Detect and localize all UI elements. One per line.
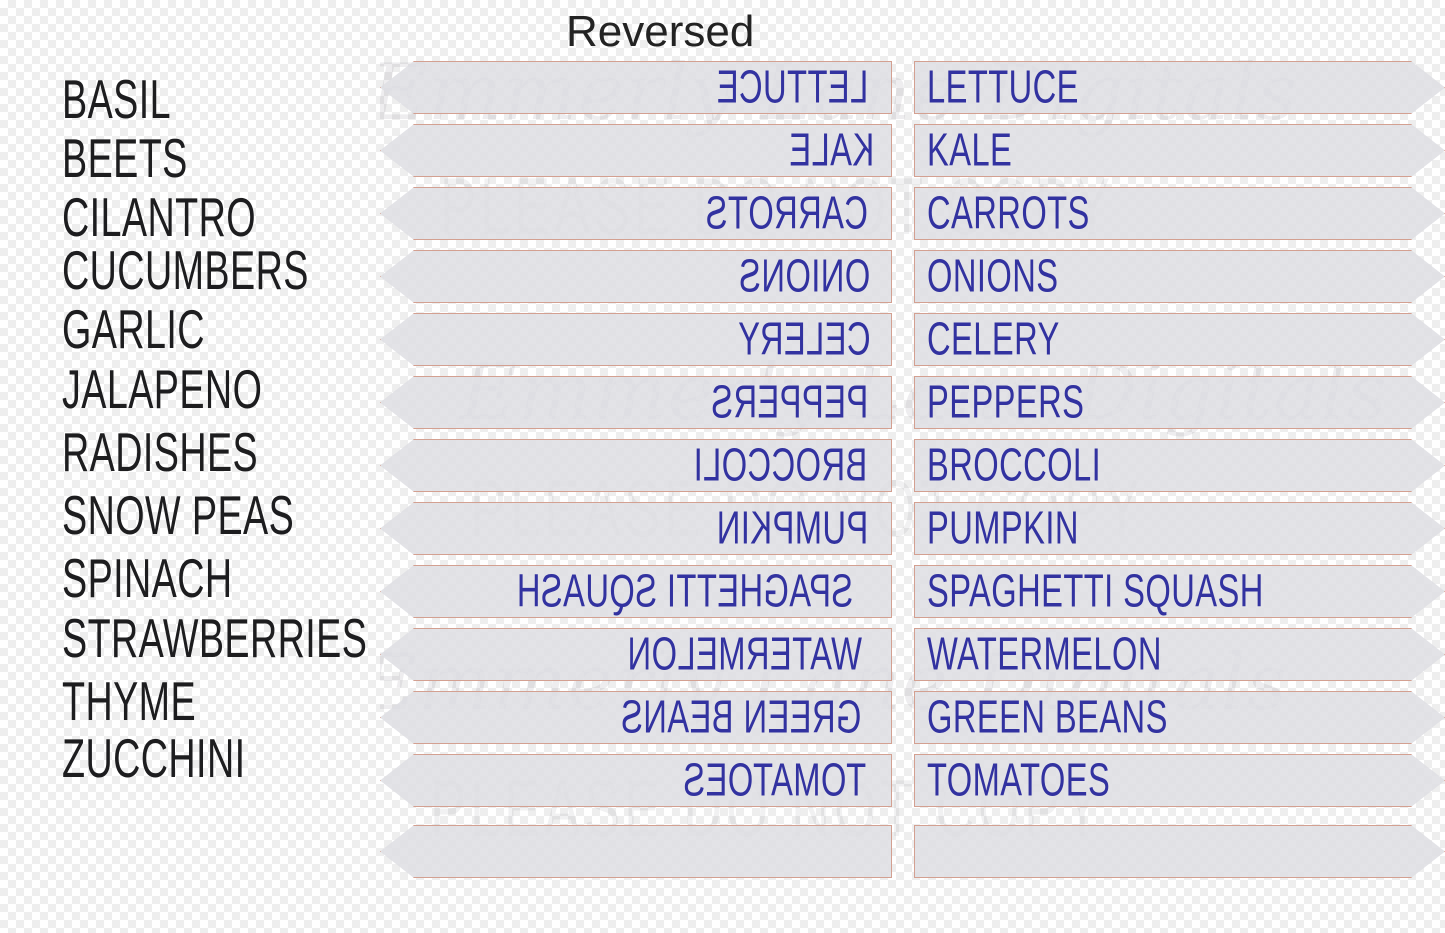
- normal-stake[interactable]: SPAGHETTI SQUASH: [914, 565, 1445, 618]
- reversed-stake-label: TOMATOES: [682, 754, 867, 807]
- reversed-stake[interactable]: SPAGHETTI SQUASH: [380, 565, 892, 618]
- reversed-stake[interactable]: WATERMELON: [380, 628, 892, 681]
- stake-row: GREEN BEANS GREEN BEANS: [380, 685, 1445, 748]
- reversed-stake[interactable]: PEPPERS: [380, 376, 892, 429]
- stake-row: LETTUCE LETTUCE: [380, 55, 1445, 118]
- list-item: CILANTRO: [62, 186, 257, 248]
- reversed-stake-label: WATERMELON: [626, 628, 862, 681]
- reversed-stake[interactable]: KALE: [380, 124, 892, 177]
- list-item: JALAPENO: [62, 358, 263, 420]
- reversed-stake[interactable]: CELERY: [380, 313, 892, 366]
- reversed-stake[interactable]: BROCCOLI: [380, 439, 892, 492]
- normal-stake-label: CELERY: [927, 313, 1060, 366]
- page-title: Reversed: [566, 7, 755, 56]
- list-item: THYME: [62, 670, 197, 732]
- reversed-stake[interactable]: CARROTS: [380, 187, 892, 240]
- reversed-stake-label: LETTUCE: [716, 61, 869, 114]
- reversed-stake-label: GREEN BEANS: [620, 691, 862, 744]
- normal-stake-label: KALE: [927, 124, 1013, 177]
- list-item: CUCUMBERS: [62, 239, 309, 301]
- reversed-stake-label: CARROTS: [704, 187, 868, 240]
- reversed-stake[interactable]: GREEN BEANS: [380, 691, 892, 744]
- stake-row: [380, 811, 1445, 881]
- normal-stake-label: ONIONS: [927, 250, 1059, 303]
- normal-stake[interactable]: PUMPKIN: [914, 502, 1445, 555]
- list-item: ZUCCHINI: [62, 727, 246, 789]
- stake-row: BROCCOLI BROCCOLI: [380, 433, 1445, 496]
- list-item: SPINACH: [62, 547, 233, 609]
- normal-stake[interactable]: BROCCOLI: [914, 439, 1445, 492]
- normal-stake-label: WATERMELON: [927, 628, 1162, 681]
- list-item: GARLIC: [62, 298, 205, 360]
- reversed-stake-label: CELERY: [737, 313, 871, 366]
- stake-row: CELERY CELERY: [380, 307, 1445, 370]
- normal-stake[interactable]: WATERMELON: [914, 628, 1445, 681]
- reversed-stake-label: BROCCOLI: [692, 439, 867, 492]
- stake-row: KALE KALE: [380, 118, 1445, 181]
- stake-row: PUMPKIN PUMPKIN: [380, 496, 1445, 559]
- reversed-stake-blank[interactable]: [380, 825, 892, 878]
- normal-stake-label: LETTUCE: [927, 61, 1079, 114]
- reversed-stake-label: PEPPERS: [710, 376, 869, 429]
- normal-stake[interactable]: CELERY: [914, 313, 1445, 366]
- normal-stake[interactable]: CARROTS: [914, 187, 1445, 240]
- normal-stake-label: GREEN BEANS: [927, 691, 1168, 744]
- normal-stake[interactable]: LETTUCE: [914, 61, 1445, 114]
- normal-stake-label: PUMPKIN: [927, 502, 1079, 555]
- normal-stake[interactable]: GREEN BEANS: [914, 691, 1445, 744]
- reversed-stake-label: PUMPKIN: [716, 502, 869, 555]
- reversed-stake-label: SPAGHETTI SQUASH: [516, 565, 854, 618]
- normal-stake-label: PEPPERS: [927, 376, 1085, 429]
- normal-stake[interactable]: ONIONS: [914, 250, 1445, 303]
- stake-grid: LETTUCE LETTUCE KALE KALE CARROTS CARROT…: [380, 55, 1445, 881]
- stake-row: CARROTS CARROTS: [380, 181, 1445, 244]
- stake-row: TOMATOES TOMATOES: [380, 748, 1445, 811]
- normal-stake-label: BROCCOLI: [927, 439, 1102, 492]
- normal-stake[interactable]: PEPPERS: [914, 376, 1445, 429]
- stake-row: WATERMELON WATERMELON: [380, 622, 1445, 685]
- stake-row: ONIONS ONIONS: [380, 244, 1445, 307]
- normal-stake-label: TOMATOES: [927, 754, 1111, 807]
- stake-row: SPAGHETTI SQUASH SPAGHETTI SQUASH: [380, 559, 1445, 622]
- normal-stake-blank[interactable]: [914, 825, 1445, 878]
- list-item: BASIL: [62, 68, 171, 130]
- list-item: BEETS: [62, 127, 188, 189]
- reversed-stake[interactable]: PUMPKIN: [380, 502, 892, 555]
- list-item: SNOW PEAS: [62, 484, 295, 546]
- normal-stake-label: CARROTS: [927, 187, 1090, 240]
- reversed-stake[interactable]: LETTUCE: [380, 61, 892, 114]
- normal-stake[interactable]: TOMATOES: [914, 754, 1445, 807]
- reversed-stake-label: KALE: [788, 124, 875, 177]
- ingredient-list: BASIL BEETS CILANTRO CUCUMBERS GARLIC JA…: [0, 0, 367, 933]
- stake-row: PEPPERS PEPPERS: [380, 370, 1445, 433]
- normal-stake[interactable]: KALE: [914, 124, 1445, 177]
- reversed-stake[interactable]: ONIONS: [380, 250, 892, 303]
- normal-stake-label: SPAGHETTI SQUASH: [927, 565, 1264, 618]
- list-item: STRAWBERRIES: [62, 607, 368, 669]
- list-item: RADISHES: [62, 421, 259, 483]
- reversed-stake[interactable]: TOMATOES: [380, 754, 892, 807]
- reversed-stake-label: ONIONS: [738, 250, 871, 303]
